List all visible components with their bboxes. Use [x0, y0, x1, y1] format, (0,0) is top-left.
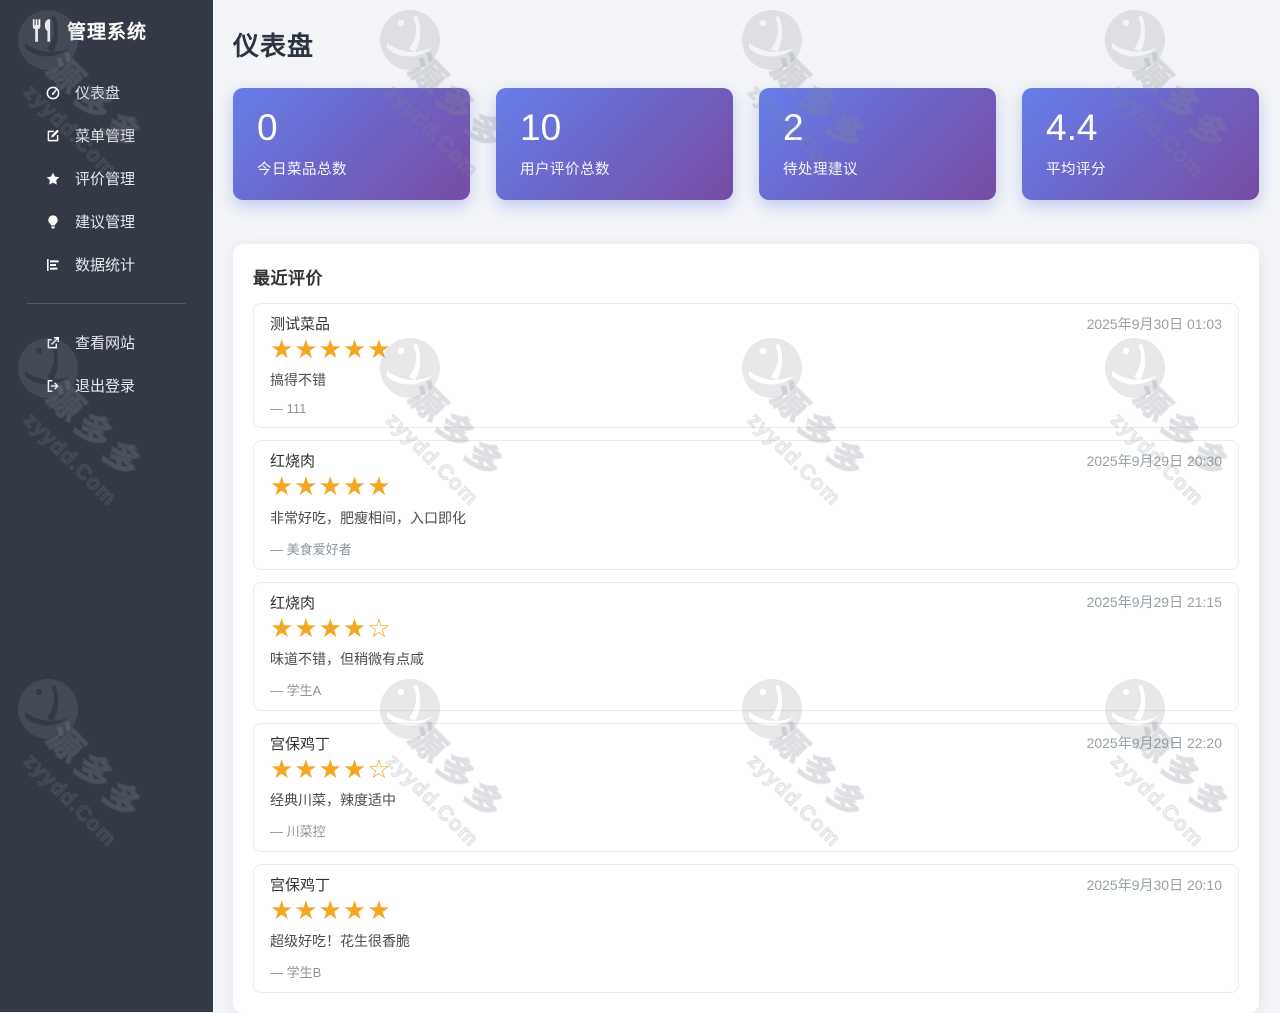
- stat-value: 4.4: [1046, 107, 1098, 148]
- sidebar-header: 管理系统: [0, 0, 213, 59]
- review-author: — 111: [270, 401, 307, 417]
- review-date: 2025年9月29日 20:30: [1086, 452, 1222, 469]
- review-comment: 非常好吃，肥瘦相间，入口即化: [270, 509, 466, 526]
- stat-value: 10: [520, 107, 562, 148]
- review-author: — 学生B: [270, 965, 322, 981]
- star-rating: ★★★★☆: [270, 753, 392, 784]
- review-card: 红烧肉 2025年9月29日 20:30 ★★★★★ 非常好吃，肥瘦相间，入口即…: [253, 440, 1239, 570]
- gauge-icon: [44, 84, 62, 102]
- external-link-icon: [44, 334, 62, 352]
- sidebar-links: 查看网站 退出登录: [0, 321, 213, 407]
- sidebar-menu: 仪表盘 菜单管理 评价管理 建议管理 数据统计: [0, 71, 213, 286]
- review-comment: 超级好吃！花生很香脆: [270, 933, 410, 950]
- review-head: 宫保鸡丁 2025年9月30日 20:10: [270, 874, 1222, 895]
- review-head: 红烧肉 2025年9月29日 20:30: [270, 450, 1222, 471]
- review-head: 测试菜品 2025年9月30日 01:03: [270, 313, 1222, 334]
- stat-label: 今日菜品总数: [257, 162, 347, 179]
- stats-row: 0 今日菜品总数 10 用户评价总数 2 待处理建议 4.4 平均评分: [233, 88, 1259, 200]
- sidebar-item-dashboard[interactable]: 仪表盘: [0, 71, 213, 114]
- review-card: 宫保鸡丁 2025年9月29日 22:20 ★★★★☆ 经典川菜，辣度适中 — …: [253, 722, 1239, 853]
- stat-card: 4.4 平均评分: [1022, 88, 1259, 200]
- review-card: 测试菜品 2025年9月30日 01:03 ★★★★★ 搞得不错 — 111: [253, 303, 1239, 429]
- dish-name: 测试菜品: [270, 316, 331, 333]
- app-title: 管理系统: [67, 22, 148, 43]
- page-title: 仪表盘: [233, 31, 315, 61]
- app-root: 管理系统 仪表盘 菜单管理 评价管理 建议管理 数据统计 查看网站 退出登录 仪…: [0, 0, 1280, 1013]
- dish-name: 红烧肉: [270, 453, 316, 471]
- review-date: 2025年9月29日 22:20: [1086, 735, 1222, 752]
- stat-value: 2: [783, 107, 804, 148]
- stat-value: 0: [257, 107, 278, 148]
- review-card: 红烧肉 2025年9月29日 21:15 ★★★★☆ 味道不错，但稍微有点咸 —…: [253, 581, 1239, 711]
- review-list: 测试菜品 2025年9月30日 01:03 ★★★★★ 搞得不错 — 111 红…: [253, 303, 1239, 994]
- review-date: 2025年9月30日 20:10: [1086, 876, 1222, 893]
- stat-card: 10 用户评价总数: [496, 88, 733, 200]
- sidebar-divider: [27, 303, 186, 304]
- review-comment: 味道不错，但稍微有点咸: [270, 650, 424, 667]
- stat-label: 平均评分: [1046, 162, 1106, 179]
- star-rating: ★★★★★: [270, 334, 392, 364]
- sidebar-item-logout[interactable]: 退出登录: [0, 364, 213, 407]
- review-head: 红烧肉 2025年9月29日 21:15: [270, 592, 1222, 613]
- sidebar-item-menu-manage[interactable]: 菜单管理: [0, 114, 213, 157]
- sidebar-item-data-stats[interactable]: 数据统计: [0, 243, 213, 286]
- review-comment: 经典川菜，辣度适中: [270, 792, 396, 809]
- main-content: 仪表盘 0 今日菜品总数 10 用户评价总数 2 待处理建议 4.4 平均评分 …: [213, 0, 1280, 1013]
- edit-icon: [44, 127, 62, 145]
- lightbulb-icon: [44, 213, 62, 231]
- sidebar-item-label: 退出登录: [75, 378, 136, 395]
- logout-icon: [44, 377, 62, 395]
- sidebar-item-suggest-manage[interactable]: 建议管理: [0, 200, 213, 243]
- stat-label: 待处理建议: [783, 162, 858, 179]
- dish-name: 宫保鸡丁: [270, 877, 331, 895]
- star-icon: [44, 170, 62, 188]
- sidebar: 管理系统 仪表盘 菜单管理 评价管理 建议管理 数据统计 查看网站 退出登录: [0, 0, 213, 1012]
- review-author: — 学生A: [270, 682, 322, 698]
- dish-name: 红烧肉: [270, 594, 316, 612]
- stat-label: 用户评价总数: [520, 162, 610, 179]
- review-author: — 美食爱好者: [270, 541, 352, 557]
- sidebar-item-label: 建议管理: [75, 214, 136, 231]
- star-rating: ★★★★☆: [270, 612, 392, 643]
- stat-card: 2 待处理建议: [759, 88, 996, 200]
- review-comment: 搞得不错: [270, 372, 326, 389]
- star-rating: ★★★★★: [270, 471, 392, 502]
- review-date: 2025年9月30日 01:03: [1086, 315, 1222, 332]
- sidebar-item-review-manage[interactable]: 评价管理: [0, 157, 213, 200]
- utensils-icon: [29, 17, 56, 44]
- sidebar-item-label: 数据统计: [75, 257, 136, 274]
- review-date: 2025年9月29日 21:15: [1086, 594, 1222, 611]
- bar-chart-icon: [44, 256, 62, 274]
- dish-name: 宫保鸡丁: [270, 735, 331, 753]
- star-rating: ★★★★★: [270, 895, 392, 926]
- sidebar-item-view-site[interactable]: 查看网站: [0, 321, 213, 364]
- sidebar-item-label: 菜单管理: [75, 128, 136, 145]
- sidebar-item-label: 查看网站: [75, 335, 136, 352]
- stat-card: 0 今日菜品总数: [233, 88, 470, 200]
- sidebar-item-label: 评价管理: [75, 171, 136, 188]
- review-head: 宫保鸡丁 2025年9月29日 22:20: [270, 733, 1222, 754]
- recent-reviews-panel: 最近评价 测试菜品 2025年9月30日 01:03 ★★★★★ 搞得不错 — …: [233, 244, 1259, 1013]
- recent-reviews-title: 最近评价: [253, 269, 323, 288]
- review-author: — 川菜控: [270, 824, 326, 840]
- sidebar-item-label: 仪表盘: [75, 85, 121, 102]
- review-card: 宫保鸡丁 2025年9月30日 20:10 ★★★★★ 超级好吃！花生很香脆 —…: [253, 864, 1239, 994]
